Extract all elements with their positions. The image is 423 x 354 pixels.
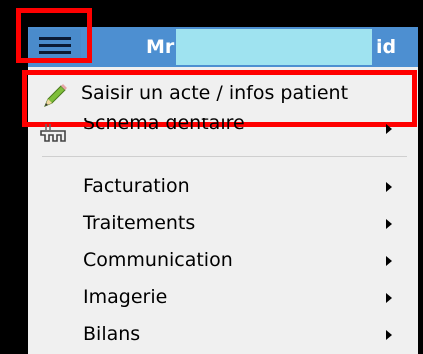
- submenu-arrow-icon: [386, 330, 392, 340]
- app-window: Mr id Saisir un acte / infos patient Sch…: [0, 0, 423, 354]
- hamburger-highlight-box: [16, 8, 92, 63]
- tooth-chart-icon: [40, 124, 66, 142]
- menu-separator: [42, 156, 407, 157]
- submenu-arrow-icon: [386, 256, 392, 266]
- menu-item-label: Imagerie: [83, 286, 168, 308]
- redacted-patient-name: [176, 29, 372, 65]
- menu-item-imagerie[interactable]: Imagerie: [28, 279, 418, 315]
- menu-item-communication[interactable]: Communication: [28, 242, 418, 278]
- menu-item-label: Communication: [83, 249, 233, 271]
- menu-item-bilans[interactable]: Bilans: [28, 316, 418, 352]
- menu-item-schema-dentaire[interactable]: Schéma dentaire: [28, 118, 418, 144]
- menu-item-label: Facturation: [83, 175, 190, 197]
- submenu-arrow-icon: [386, 182, 392, 192]
- menu-item-label: Bilans: [83, 323, 141, 345]
- patient-name-suffix: id: [376, 36, 397, 58]
- menu-item-label: Traitements: [83, 212, 196, 234]
- patient-name-prefix: Mr: [146, 36, 175, 58]
- submenu-arrow-icon: [386, 293, 392, 303]
- submenu-arrow-icon: [386, 124, 392, 134]
- menu-item-facturation[interactable]: Facturation: [28, 168, 418, 204]
- menu-item-label: Schéma dentaire: [83, 118, 245, 134]
- menu-item-traitements[interactable]: Traitements: [28, 205, 418, 241]
- submenu-arrow-icon: [386, 219, 392, 229]
